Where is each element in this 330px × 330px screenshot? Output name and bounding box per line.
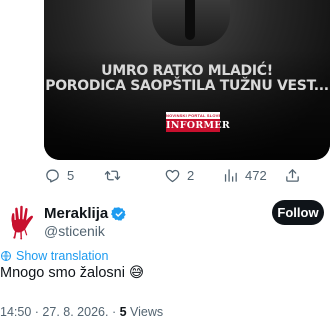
media-headline-line2: PORODICA SAOPŠTILA TUŽNU VEST...	[45, 78, 329, 94]
reply-count: 5	[67, 167, 75, 183]
meta-separator: ·	[34, 305, 39, 319]
show-translation-label: Show translation	[16, 249, 109, 263]
informer-logo-name: INFORMER	[166, 119, 231, 132]
tweet-date[interactable]: 27. 8. 2026.	[42, 305, 108, 319]
reply-button[interactable]: 5	[44, 167, 74, 184]
like-button[interactable]: 2	[164, 167, 194, 184]
media-headline: UMRO RATKO MLADIĆ! PORODICA SAOPŠTILA TU…	[44, 64, 330, 94]
translate-globe-icon	[1, 251, 11, 261]
tweet-time[interactable]: 14:50	[0, 305, 31, 319]
analytics-icon	[224, 168, 237, 182]
views-count: 472	[245, 167, 267, 183]
avatar[interactable]	[0, 200, 40, 240]
follow-button[interactable]: Follow	[272, 200, 324, 225]
author-name[interactable]: Meraklija	[44, 205, 127, 222]
tweet-views-label: Views	[130, 305, 164, 319]
reply-icon	[46, 169, 59, 183]
media-photo-tie	[185, 0, 195, 40]
tweet-text: Mnogo smo žalosni 😅	[0, 265, 145, 281]
informer-logo: NOVINSKI PORTAL SLOVENIJA INFORMER	[166, 112, 231, 132]
tweet-media-image[interactable]: UMRO RATKO MLADIĆ! PORODICA SAOPŠTILA TU…	[44, 0, 330, 160]
red-hand-icon	[0, 200, 40, 240]
informer-logo-tagline: NOVINSKI PORTAL SLOVENIJA	[166, 112, 220, 119]
meta-separator-2: ·	[111, 305, 117, 319]
author-handle[interactable]: @sticenik	[44, 223, 105, 239]
heart-icon	[165, 169, 180, 182]
share-icon	[286, 168, 299, 182]
views-button[interactable]: 472	[222, 167, 267, 184]
show-translation-link[interactable]: Show translation	[0, 249, 108, 263]
share-button[interactable]	[284, 167, 301, 184]
retweet-button[interactable]	[104, 167, 127, 184]
verified-badge-icon	[111, 206, 126, 221]
media-headline-line1: UMRO RATKO MLADIĆ!	[101, 63, 273, 79]
like-count: 2	[187, 167, 195, 183]
author-name-text: Meraklija	[44, 205, 109, 222]
tweet-views-count: 5	[119, 305, 127, 319]
tweet-meta: 14:50 · 27. 8. 2026. · 5 Views	[0, 305, 163, 319]
tweet-action-bar: 5 2 472	[44, 166, 330, 184]
retweet-icon	[104, 170, 121, 180]
